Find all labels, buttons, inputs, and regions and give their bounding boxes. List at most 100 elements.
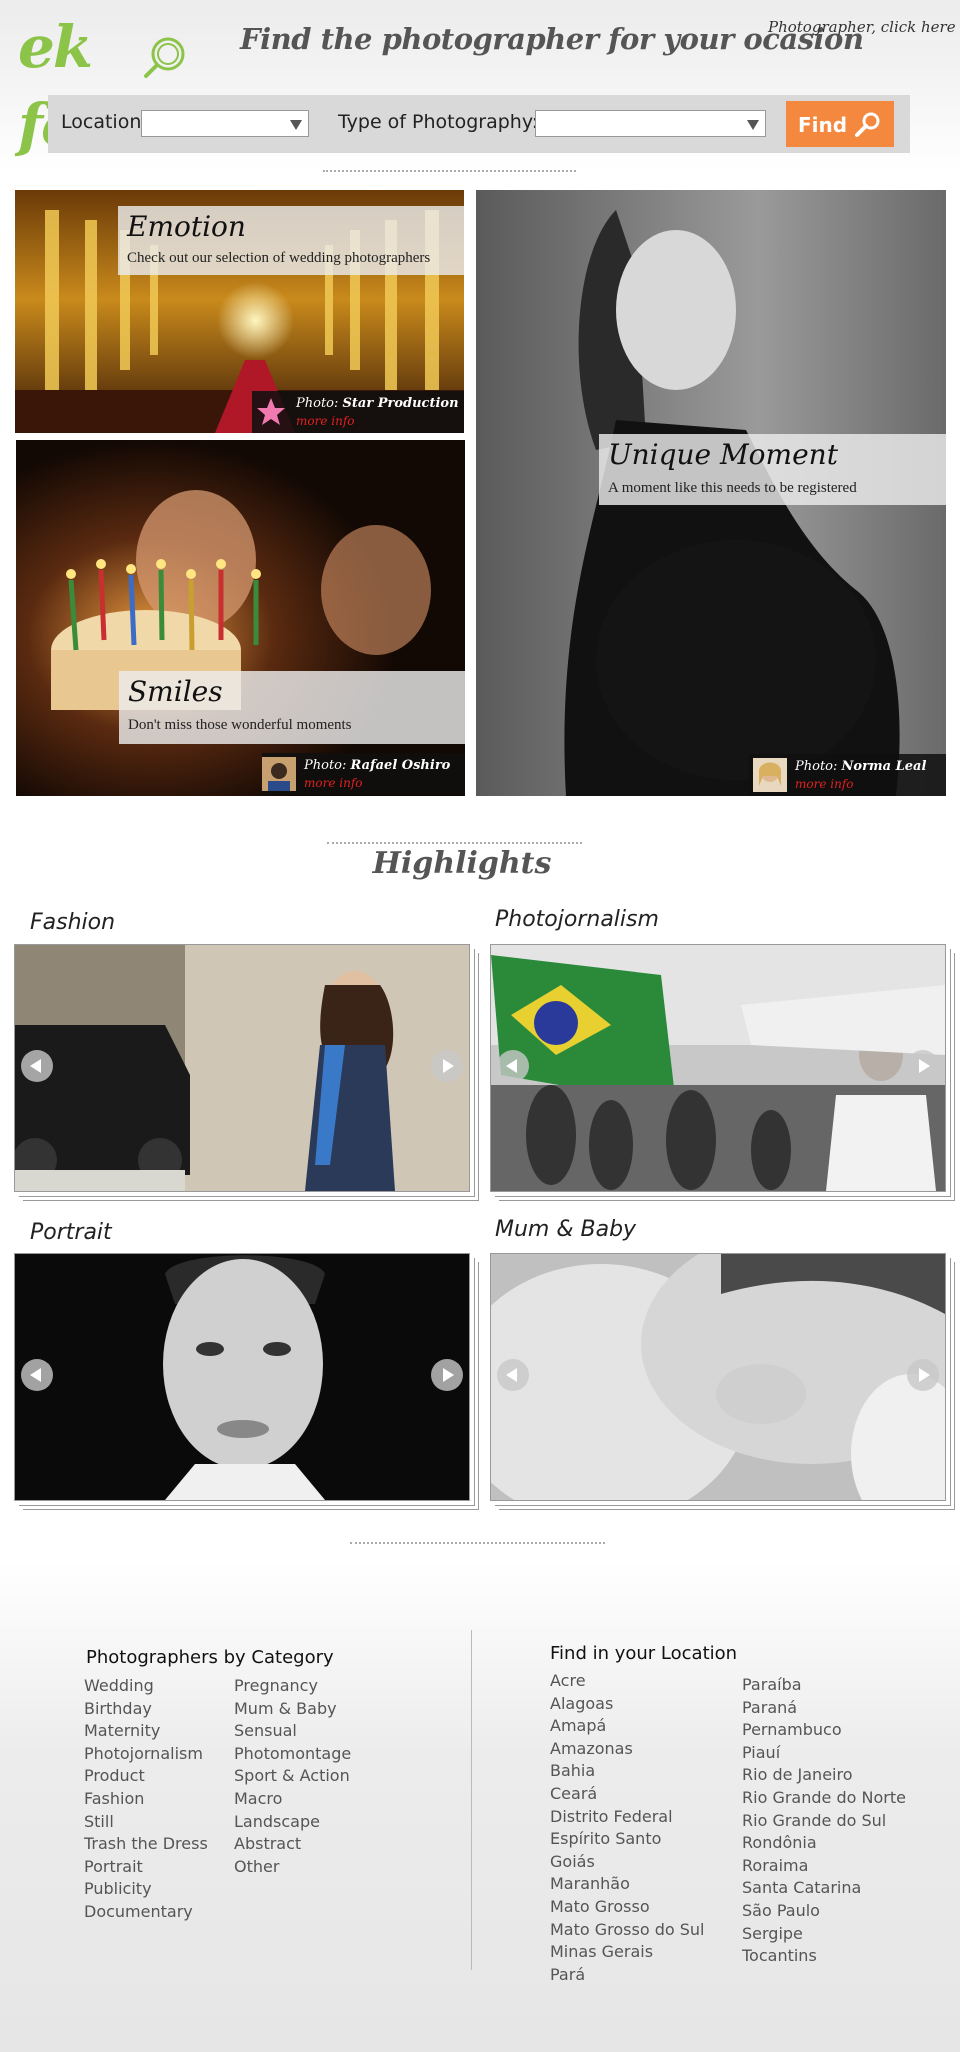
slider-prev-button[interactable] [21,1050,53,1082]
location-link-item[interactable]: Bahia [550,1760,705,1783]
highlight-label-fashion[interactable]: Fashion [30,910,115,935]
location-link[interactable]: Amazonas [550,1739,633,1758]
category-link[interactable]: Mum & Baby [234,1699,337,1718]
highlight-slider-mum-baby[interactable] [490,1253,946,1501]
category-link[interactable]: Product [84,1766,145,1785]
category-link[interactable]: Still [84,1812,114,1831]
category-link-item[interactable]: Other [234,1856,351,1879]
location-link[interactable]: Mato Grosso [550,1897,650,1916]
location-link[interactable]: Roraima [742,1856,808,1875]
highlight-label-portrait[interactable]: Portrait [30,1220,112,1245]
location-link[interactable]: Paraná [742,1698,797,1717]
location-link-item[interactable]: Tocantins [742,1945,906,1968]
location-link[interactable]: Ceará [550,1784,597,1803]
category-link-item[interactable]: Documentary [84,1901,208,1924]
category-link[interactable]: Maternity [84,1721,160,1740]
category-link-item[interactable]: Maternity [84,1720,208,1743]
category-link[interactable]: Pregnancy [234,1676,318,1695]
highlight-slider-photojornalism[interactable] [490,944,946,1192]
category-link[interactable]: Sport & Action [234,1766,350,1785]
category-link[interactable]: Abstract [234,1834,301,1853]
highlight-label-mum-baby[interactable]: Mum & Baby [495,1217,636,1242]
slider-next-button[interactable] [907,1050,939,1082]
feature-card-emotion[interactable]: Emotion Check out our selection of weddi… [15,190,464,433]
category-link[interactable]: Landscape [234,1812,320,1831]
category-link-item[interactable]: Wedding [84,1675,208,1698]
location-select[interactable] [141,110,309,137]
slider-prev-button[interactable] [497,1050,529,1082]
slider-prev-button[interactable] [21,1359,53,1391]
category-link[interactable]: Birthday [84,1699,152,1718]
category-link-item[interactable]: Landscape [234,1811,351,1834]
category-link[interactable]: Publicity [84,1879,152,1898]
category-link-item[interactable]: Abstract [234,1833,351,1856]
category-link-item[interactable]: Product [84,1765,208,1788]
category-link-item[interactable]: Publicity [84,1878,208,1901]
location-link[interactable]: Distrito Federal [550,1807,673,1826]
slider-next-button[interactable] [431,1050,463,1082]
location-link[interactable]: Minas Gerais [550,1942,653,1961]
location-link-item[interactable]: Ceará [550,1783,705,1806]
location-link-item[interactable]: Mato Grosso do Sul [550,1919,705,1942]
location-link[interactable]: Santa Catarina [742,1878,861,1897]
category-link[interactable]: Photojornalism [84,1744,203,1763]
location-link[interactable]: Pernambuco [742,1720,842,1739]
location-link-item[interactable]: Pernambuco [742,1719,906,1742]
category-link-item[interactable]: Birthday [84,1698,208,1721]
category-link-item[interactable]: Portrait [84,1856,208,1879]
category-link[interactable]: Other [234,1857,279,1876]
slider-next-button[interactable] [431,1359,463,1391]
category-link-item[interactable]: Pregnancy [234,1675,351,1698]
location-link-item[interactable]: Rio Grande do Sul [742,1810,906,1833]
location-link-item[interactable]: Rondônia [742,1832,906,1855]
category-link-item[interactable]: Photojornalism [84,1743,208,1766]
category-link[interactable]: Photomontage [234,1744,351,1763]
category-link-item[interactable]: Sport & Action [234,1765,351,1788]
photography-type-select[interactable] [535,110,766,137]
location-link[interactable]: Piauí [742,1743,780,1762]
location-link[interactable]: São Paulo [742,1901,820,1920]
location-link-item[interactable]: Piauí [742,1742,906,1765]
location-link[interactable]: Rondônia [742,1833,817,1852]
more-info-link[interactable]: more info [304,776,363,790]
category-link[interactable]: Fashion [84,1789,144,1808]
highlight-label-photojornalism[interactable]: Photojornalism [495,907,659,932]
highlight-slider-portrait[interactable] [14,1253,470,1501]
feature-card-unique-moment[interactable]: Unique Moment A moment like this needs t… [476,190,946,796]
location-link[interactable]: Goiás [550,1852,595,1871]
category-link[interactable]: Trash the Dress [84,1834,208,1853]
location-link-item[interactable]: Espírito Santo [550,1828,705,1851]
category-link[interactable]: Macro [234,1789,282,1808]
location-link[interactable]: Tocantins [742,1946,817,1965]
category-link-item[interactable]: Fashion [84,1788,208,1811]
category-link[interactable]: Portrait [84,1857,143,1876]
location-link-item[interactable]: Distrito Federal [550,1806,705,1829]
location-link[interactable]: Espírito Santo [550,1829,661,1848]
location-link[interactable]: Acre [550,1671,586,1690]
location-link[interactable]: Alagoas [550,1694,613,1713]
slider-next-button[interactable] [907,1359,939,1391]
category-link-item[interactable]: Sensual [234,1720,351,1743]
category-link[interactable]: Documentary [84,1902,193,1921]
location-link[interactable]: Sergipe [742,1924,803,1943]
slider-prev-button[interactable] [497,1359,529,1391]
location-link-item[interactable]: Amapá [550,1715,705,1738]
logo[interactable]: ek foto [18,8,188,159]
location-link-item[interactable]: Paraná [742,1697,906,1720]
location-link-item[interactable]: Alagoas [550,1693,705,1716]
location-link-item[interactable]: Mato Grosso [550,1896,705,1919]
location-link-item[interactable]: Maranhão [550,1873,705,1896]
photographer-signup-link[interactable]: Photographer, click here [768,18,956,36]
location-link-item[interactable]: Amazonas [550,1738,705,1761]
location-link[interactable]: Pará [550,1965,585,1984]
location-link-item[interactable]: São Paulo [742,1900,906,1923]
location-link-item[interactable]: Santa Catarina [742,1877,906,1900]
location-link-item[interactable]: Goiás [550,1851,705,1874]
location-link-item[interactable]: Paraíba [742,1674,906,1697]
find-button[interactable]: Find [786,101,894,147]
location-link[interactable]: Rio Grande do Sul [742,1811,886,1830]
location-link[interactable]: Mato Grosso do Sul [550,1920,705,1939]
more-info-link[interactable]: more info [795,777,854,791]
category-link[interactable]: Wedding [84,1676,154,1695]
category-link-item[interactable]: Macro [234,1788,351,1811]
